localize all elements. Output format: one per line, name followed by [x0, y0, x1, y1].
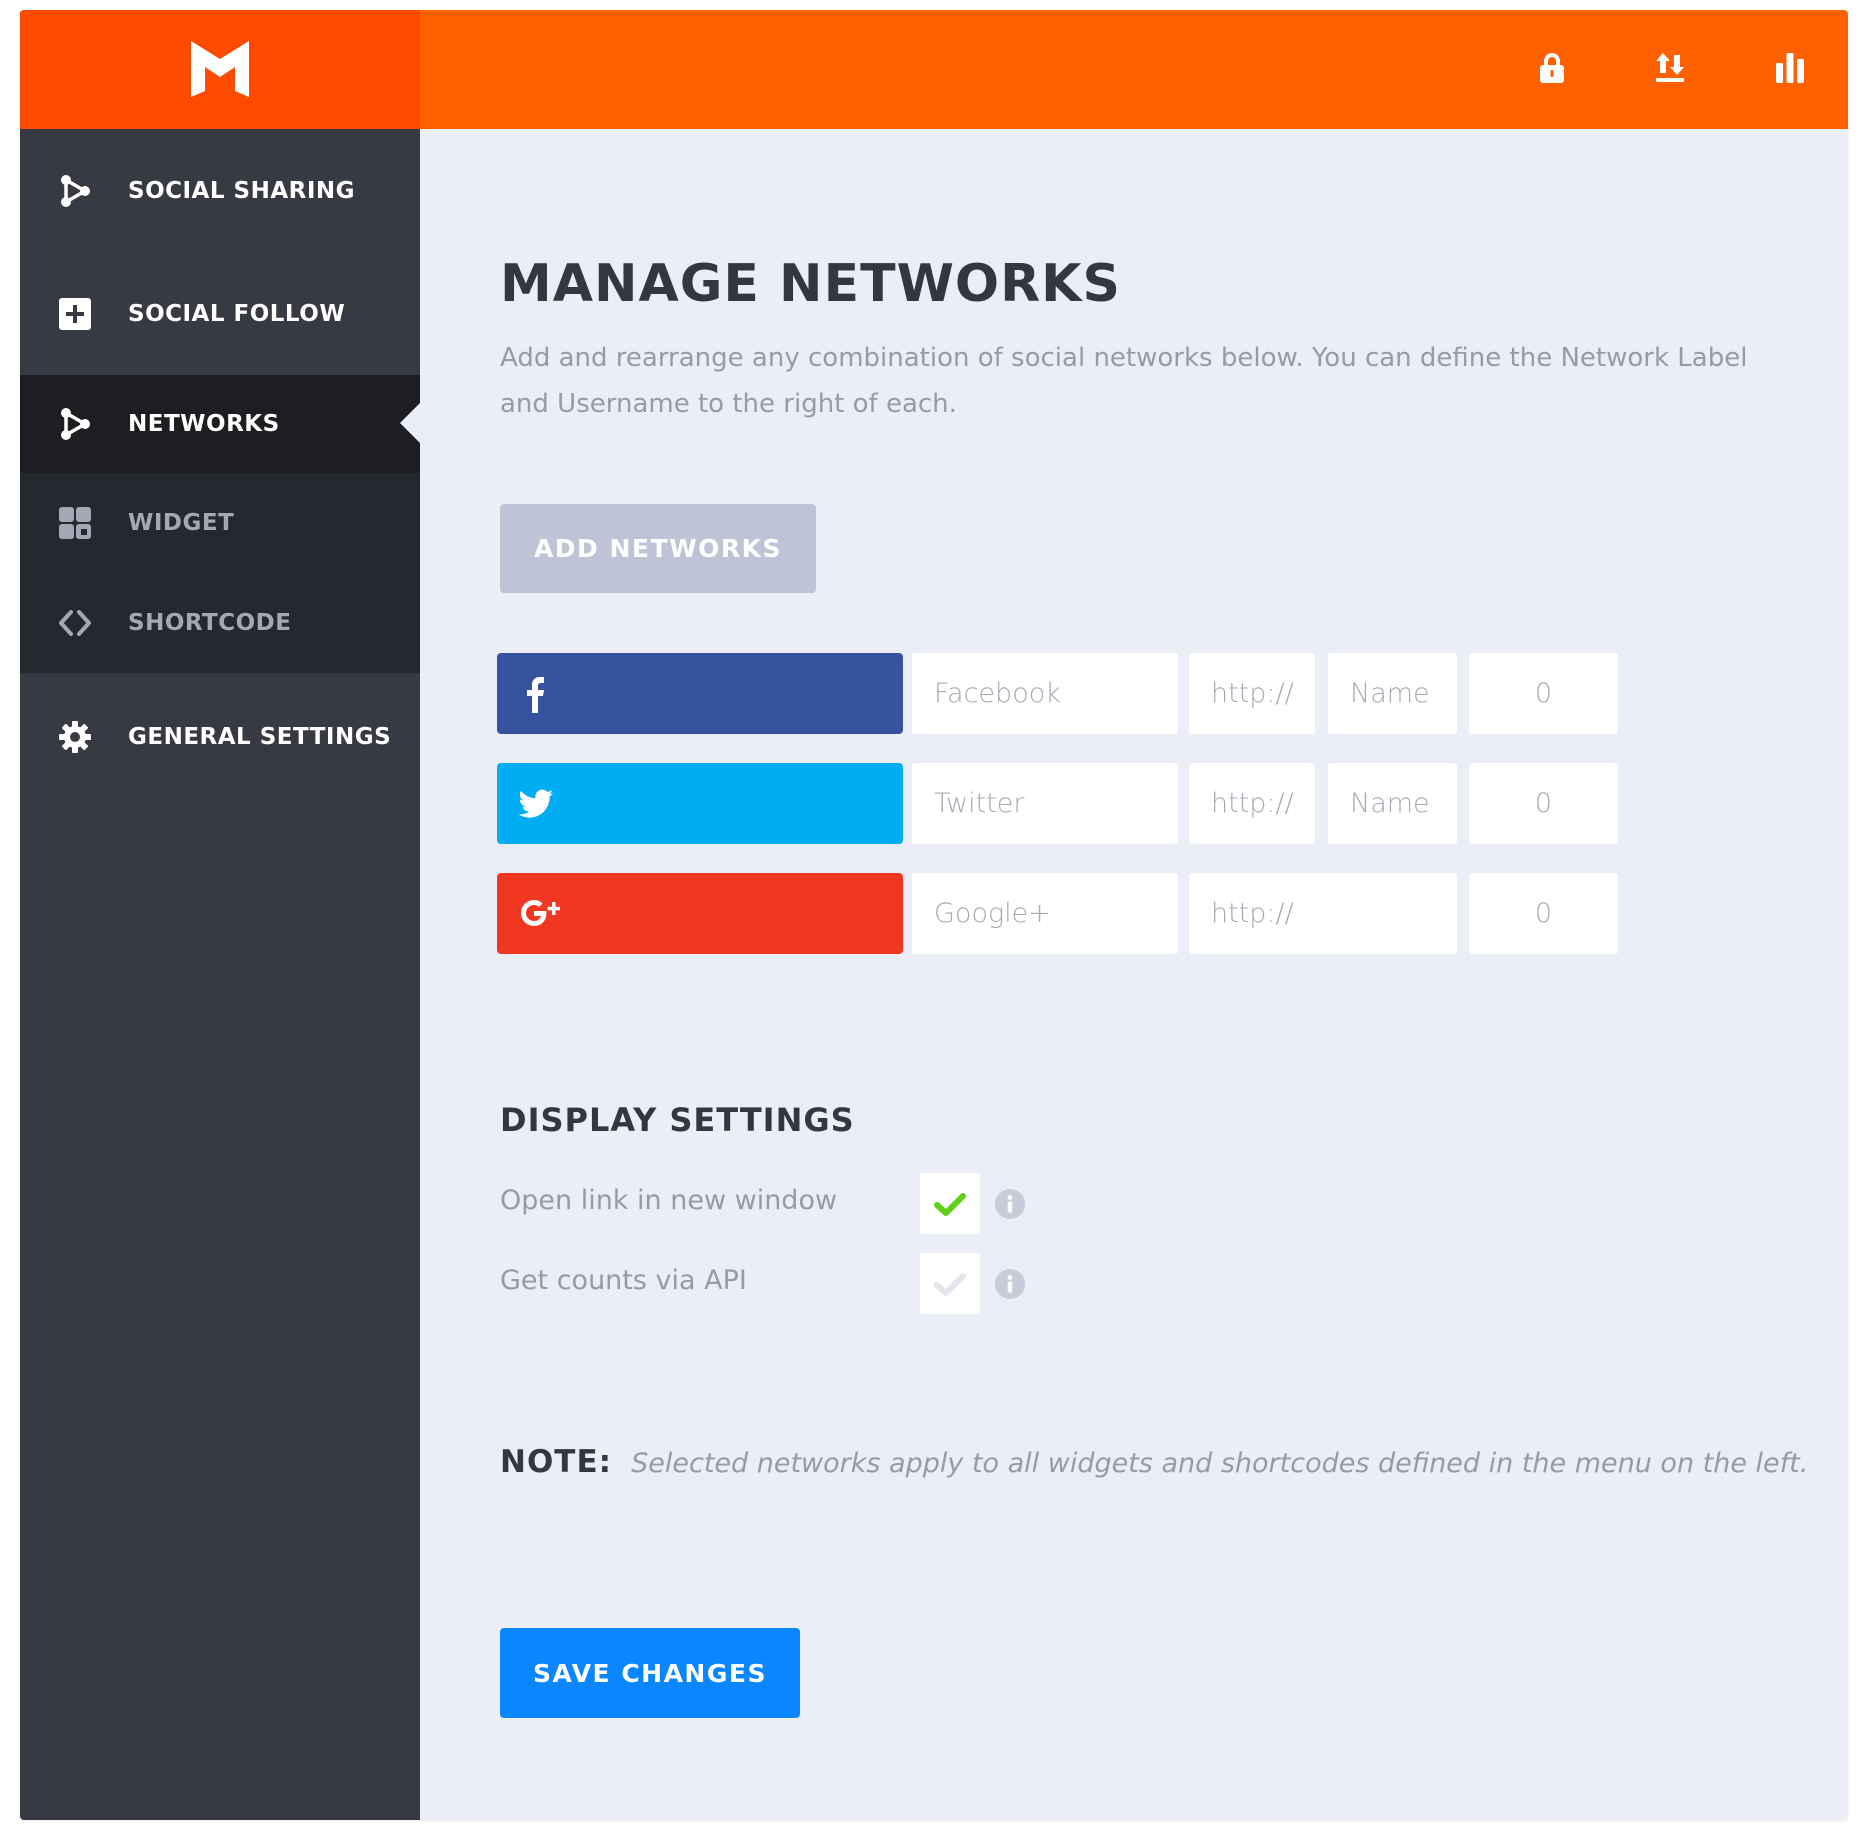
share-nodes-icon — [58, 407, 92, 441]
active-indicator — [400, 403, 420, 443]
network-username-input[interactable] — [1328, 653, 1457, 734]
facebook-icon — [527, 677, 544, 713]
network-row-facebook — [497, 653, 1787, 734]
sidebar-item-label: WIDGET — [128, 510, 235, 536]
network-url-input[interactable] — [1189, 653, 1315, 734]
network-username-input[interactable] — [1328, 763, 1457, 844]
twitter-drag-handle[interactable] — [497, 763, 903, 844]
display-settings-title: DISPLAY SETTINGS — [500, 1101, 855, 1139]
top-bar — [20, 10, 1848, 129]
page-description: Add and rearrange any combination of soc… — [500, 343, 1748, 419]
info-icon[interactable] — [995, 1269, 1025, 1299]
page-title: MANAGE NETWORKS — [500, 254, 1121, 314]
setting-counts-via-api: Get counts via API — [500, 1253, 1040, 1314]
network-row-twitter — [497, 763, 1787, 844]
sidebar-item-label: NETWORKS — [128, 411, 280, 437]
plus-square-icon — [58, 297, 92, 331]
sidebar-item-label: GENERAL SETTINGS — [128, 724, 392, 750]
counts-via-api-checkbox[interactable] — [920, 1253, 980, 1314]
twitter-icon — [518, 789, 553, 818]
stats-icon[interactable] — [1770, 48, 1810, 88]
checkmark-icon — [934, 1272, 966, 1296]
sidebar-item-social-sharing[interactable]: SOCIAL SHARING — [20, 129, 420, 253]
network-url-input[interactable] — [1189, 763, 1315, 844]
sidebar: SOCIAL SHARING SOCIAL FOLLOW NETWORKS WI… — [20, 129, 420, 1820]
app-window: SOCIAL SHARING SOCIAL FOLLOW NETWORKS WI… — [20, 10, 1848, 1820]
note: NOTE: Selected networks apply to all wid… — [500, 1444, 1808, 1480]
save-changes-button[interactable]: SAVE CHANGES — [500, 1628, 800, 1718]
google-plus-drag-handle[interactable] — [497, 873, 903, 954]
sidebar-item-shortcode[interactable]: SHORTCODE — [20, 573, 420, 673]
lock-icon[interactable] — [1532, 48, 1572, 88]
info-icon[interactable] — [995, 1189, 1025, 1219]
network-count-input[interactable] — [1469, 873, 1618, 954]
sidebar-item-social-follow[interactable]: SOCIAL FOLLOW — [20, 253, 420, 375]
sidebar-item-label: SOCIAL SHARING — [128, 178, 356, 204]
widget-grid-icon — [58, 506, 92, 540]
sidebar-item-networks[interactable]: NETWORKS — [20, 375, 420, 473]
network-label-input[interactable] — [912, 873, 1178, 954]
network-label-input[interactable] — [912, 763, 1178, 844]
network-label-input[interactable] — [912, 653, 1178, 734]
setting-label: Open link in new window — [500, 1185, 838, 1216]
import-export-icon[interactable] — [1650, 48, 1690, 88]
main-content: MANAGE NETWORKS Add and rearrange any co… — [420, 129, 1848, 1820]
add-networks-button[interactable]: ADD NETWORKS — [500, 504, 816, 593]
gear-icon — [58, 720, 92, 754]
logo[interactable] — [20, 10, 420, 129]
checkmark-icon — [934, 1192, 966, 1216]
share-nodes-icon — [58, 174, 92, 208]
note-text: Selected networks apply to all widgets a… — [631, 1448, 1809, 1479]
sidebar-item-label: SHORTCODE — [128, 610, 292, 636]
network-count-input[interactable] — [1469, 653, 1618, 734]
code-brackets-icon — [58, 606, 92, 640]
sidebar-item-label: SOCIAL FOLLOW — [128, 301, 346, 327]
open-new-window-checkbox[interactable] — [920, 1173, 980, 1234]
logo-m-icon — [191, 40, 249, 97]
setting-label: Get counts via API — [500, 1265, 747, 1296]
sidebar-item-general-settings[interactable]: GENERAL SETTINGS — [20, 673, 420, 801]
network-url-input[interactable] — [1189, 873, 1457, 954]
sidebar-item-widget[interactable]: WIDGET — [20, 473, 420, 573]
google-plus-icon — [521, 900, 560, 926]
network-row-google-plus — [497, 873, 1787, 954]
setting-open-new-window: Open link in new window — [500, 1173, 1040, 1234]
facebook-drag-handle[interactable] — [497, 653, 903, 734]
note-label: NOTE: — [500, 1444, 613, 1480]
network-count-input[interactable] — [1469, 763, 1618, 844]
